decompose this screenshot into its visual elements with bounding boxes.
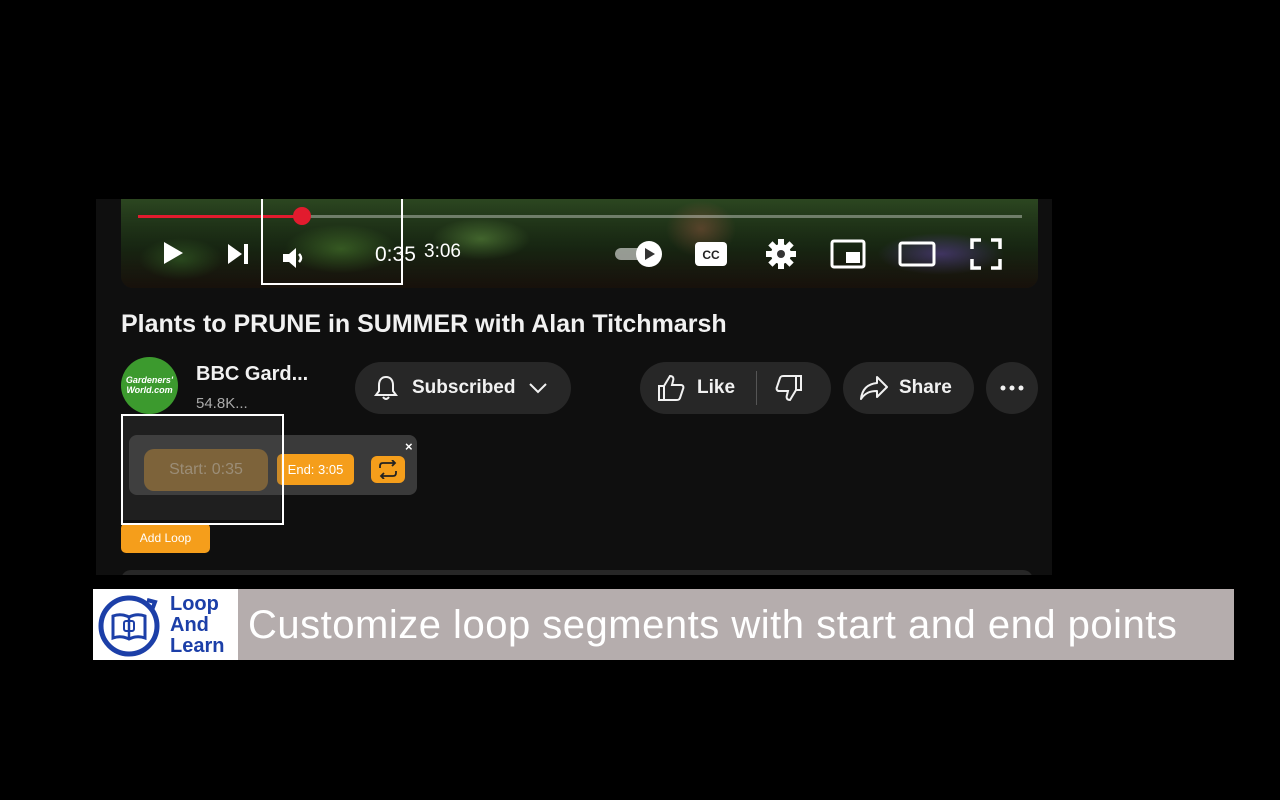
loop-and-learn-logo: Loop And Learn bbox=[93, 589, 238, 660]
loop-toggle-button[interactable] bbox=[371, 456, 405, 483]
share-label: Share bbox=[899, 377, 952, 398]
like-label[interactable]: Like bbox=[697, 377, 735, 399]
settings-gear-icon[interactable] bbox=[765, 238, 797, 270]
more-horizontal-icon bbox=[1000, 385, 1024, 391]
subscribed-label: Subscribed bbox=[412, 377, 516, 398]
svg-text:CC: CC bbox=[702, 248, 720, 262]
video-player[interactable]: 0:35 3:06 CC bbox=[121, 199, 1038, 288]
chevron-down-icon bbox=[529, 383, 547, 394]
like-divider bbox=[756, 371, 757, 405]
like-icon[interactable] bbox=[656, 373, 686, 403]
fullscreen-icon[interactable] bbox=[970, 238, 1002, 270]
repeat-icon bbox=[379, 460, 397, 479]
share-button[interactable]: Share bbox=[843, 362, 974, 414]
captions-icon[interactable]: CC bbox=[694, 240, 728, 268]
end-time-button[interactable]: End: 3:05 bbox=[277, 454, 354, 485]
add-loop-button[interactable]: Add Loop bbox=[121, 523, 210, 553]
focus-highlight-time bbox=[261, 199, 403, 285]
video-title: Plants to PRUNE in SUMMER with Alan Titc… bbox=[121, 310, 727, 338]
description-box-edge bbox=[121, 570, 1033, 575]
autoplay-toggle-icon[interactable] bbox=[613, 239, 665, 269]
channel-avatar[interactable]: Gardeners' World.com bbox=[121, 357, 178, 414]
logo-line-3: Learn bbox=[170, 635, 225, 657]
dislike-icon[interactable] bbox=[774, 373, 804, 403]
youtube-panel: 0:35 3:06 CC Plants to PRUNE in SUMMER w… bbox=[96, 199, 1052, 575]
more-actions-button[interactable] bbox=[986, 362, 1038, 414]
bell-icon bbox=[374, 375, 398, 400]
share-icon bbox=[860, 376, 888, 400]
duration: 3:06 bbox=[424, 241, 461, 262]
subscribed-button[interactable]: Subscribed bbox=[355, 362, 571, 414]
like-dislike-group: Like bbox=[640, 362, 831, 414]
logo-line-1: Loop bbox=[170, 593, 219, 615]
logo-wordmark: Loop And Learn bbox=[170, 594, 224, 657]
next-icon[interactable] bbox=[225, 241, 251, 267]
logo-line-2: And bbox=[170, 614, 209, 636]
theater-mode-icon[interactable] bbox=[898, 241, 936, 267]
caption-text: Customize loop segments with start and e… bbox=[248, 603, 1178, 647]
avatar-logo-text: Gardeners' World.com bbox=[125, 375, 174, 395]
focus-highlight-start bbox=[121, 414, 284, 525]
close-widget-button[interactable]: × bbox=[405, 439, 413, 454]
loop-book-icon bbox=[98, 595, 160, 657]
subscriber-count: 54.8K... bbox=[196, 395, 248, 412]
caption-banner: Customize loop segments with start and e… bbox=[238, 589, 1234, 660]
channel-name[interactable]: BBC Gard... bbox=[196, 363, 308, 386]
miniplayer-icon[interactable] bbox=[830, 239, 866, 269]
play-icon[interactable] bbox=[159, 239, 187, 267]
